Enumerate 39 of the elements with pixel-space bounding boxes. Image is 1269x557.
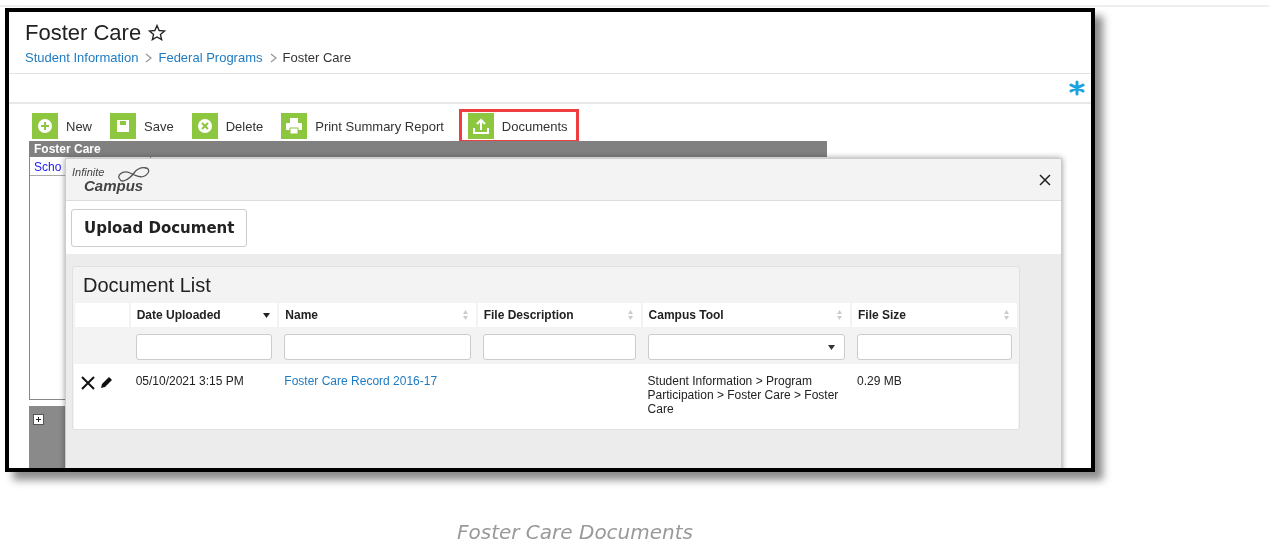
- table-cell: 05/10/2021 3:15 PM: [135, 374, 244, 388]
- filter-dropdown[interactable]: [647, 333, 845, 360]
- star-icon[interactable]: [147, 23, 168, 43]
- filter-field[interactable]: [135, 333, 273, 360]
- sort-icon[interactable]: [835, 309, 844, 321]
- table-header[interactable]: Name: [278, 303, 477, 328]
- panel-header: Foster Care: [29, 141, 827, 157]
- upload-icon: [467, 113, 494, 139]
- table-header[interactable]: File Size: [851, 303, 1018, 328]
- expand-icon[interactable]: [33, 414, 44, 425]
- upload-document-button[interactable]: Upload Document: [71, 209, 248, 247]
- card-title: Document List: [82, 273, 212, 298]
- image-caption: Foster Care Documents: [456, 520, 694, 544]
- breadcrumb-link[interactable]: Federal Programs: [158, 50, 263, 65]
- sort-icon[interactable]: [460, 309, 470, 321]
- table-header[interactable]: File Description: [476, 303, 642, 328]
- sort-icon[interactable]: [1002, 309, 1011, 321]
- document-link[interactable]: Foster Care Record 2016-17: [284, 374, 438, 388]
- table-header[interactable]: Date Uploaded: [129, 303, 279, 328]
- logo: Infinite Campus: [72, 166, 162, 193]
- sort-icon[interactable]: [625, 309, 635, 321]
- delete-icon[interactable]: [80, 374, 96, 390]
- plus-icon: [32, 113, 58, 139]
- pencil-icon[interactable]: [98, 374, 114, 390]
- chevron-icon: [144, 52, 153, 63]
- chevron-icon: [268, 52, 277, 63]
- page-title: Foster Care: [25, 20, 142, 46]
- table-cell: 0.29 MB: [857, 374, 902, 388]
- breadcrumb-link[interactable]: Student Information: [25, 50, 139, 65]
- delete-icon: [191, 113, 218, 139]
- filter-field[interactable]: [482, 333, 636, 360]
- printer-icon: [281, 113, 308, 139]
- close-icon[interactable]: [1039, 173, 1051, 186]
- table-header[interactable]: Campus Tool: [641, 303, 851, 328]
- filter-field[interactable]: [284, 333, 471, 360]
- breadcrumb-current: Foster Care: [282, 50, 352, 65]
- asterisk-icon[interactable]: [1069, 80, 1085, 96]
- filter-field[interactable]: [857, 333, 1012, 360]
- table-cell: Student Information > Program Participation > Foster Care > Foster Care: [647, 374, 839, 416]
